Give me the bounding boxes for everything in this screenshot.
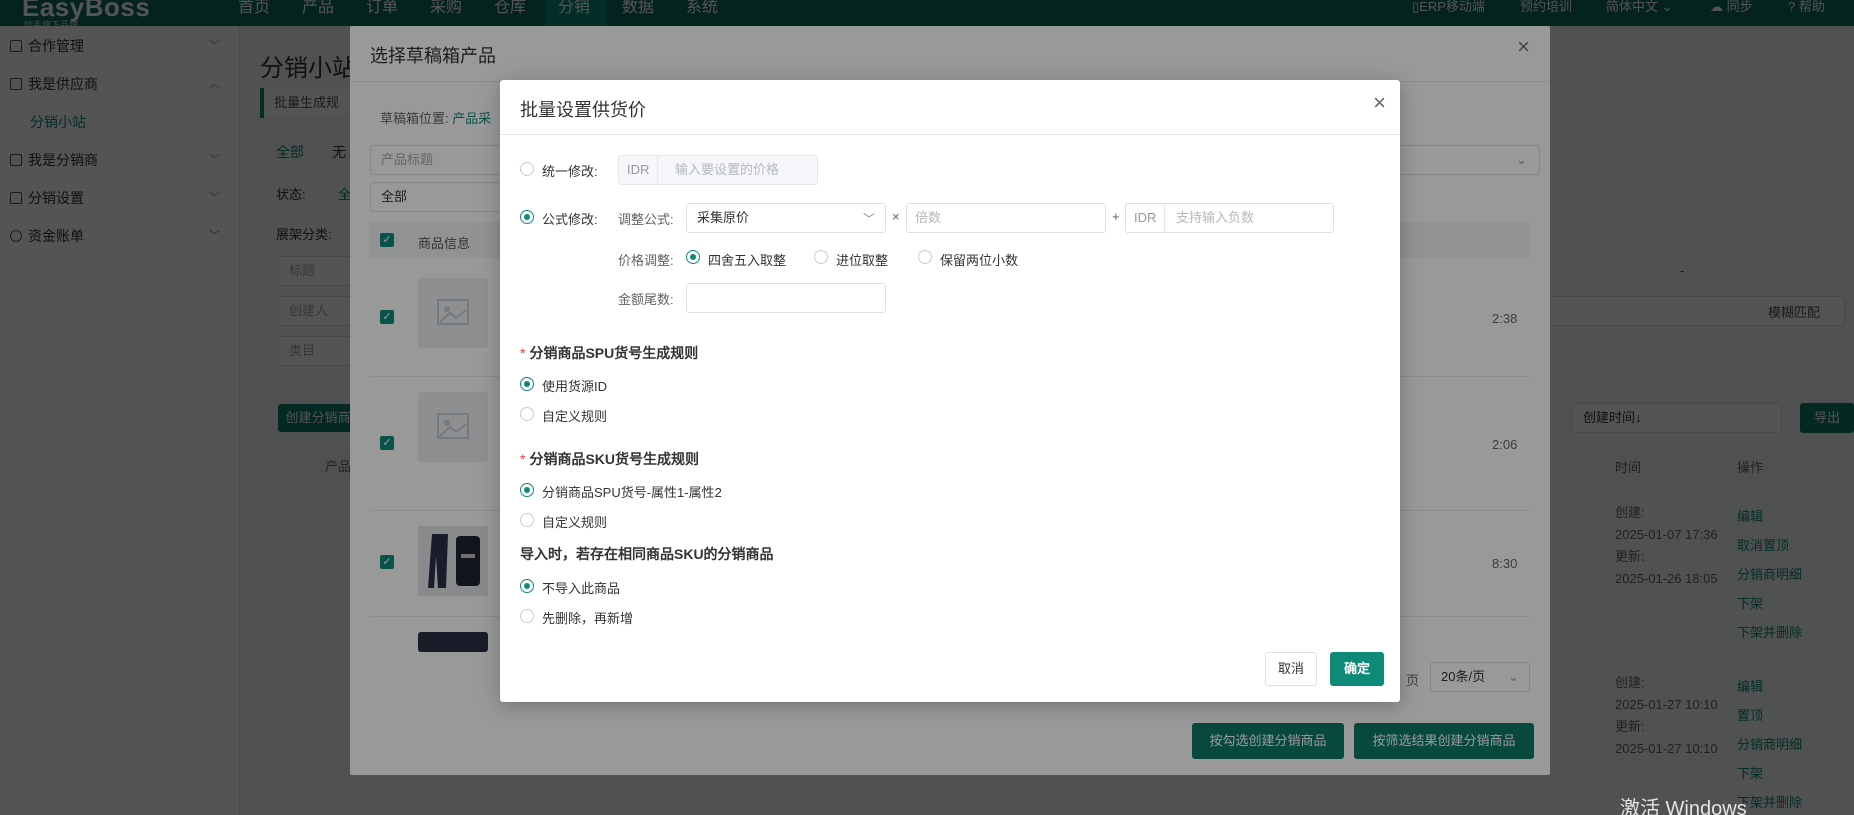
chevron-down-icon: ﹀ bbox=[862, 212, 875, 226]
spu-rule-title: * 分销商品SPU货号生成规则 bbox=[520, 345, 699, 361]
unified-modify-label: 统一修改: bbox=[542, 164, 598, 179]
formula-modify-radio[interactable] bbox=[520, 210, 534, 224]
close-icon[interactable]: × bbox=[1373, 90, 1386, 116]
formula-base-select[interactable]: 采集原价 ﹀ bbox=[686, 203, 886, 233]
offset-input[interactable]: IDR 支持输入负数 bbox=[1125, 203, 1334, 233]
delete-then-add-label: 先删除，再新增 bbox=[542, 611, 634, 626]
plus-sign: + bbox=[1112, 209, 1120, 224]
import-rule-title: 导入时，若存在相同商品SKU的分销商品 bbox=[520, 546, 774, 562]
spu-custom-label: 自定义规则 bbox=[542, 409, 608, 424]
two-decimals-label: 保留两位小数 bbox=[940, 253, 1019, 268]
adjust-formula-label: 调整公式: bbox=[618, 212, 674, 227]
currency-prefix: IDR bbox=[619, 156, 659, 184]
sku-rule-title: * 分销商品SKU货号生成规则 bbox=[520, 451, 700, 467]
windows-activation-watermark: 激活 Windows bbox=[1620, 798, 1747, 815]
multiplier-input[interactable]: 倍数 bbox=[906, 203, 1106, 233]
price-adjust-label: 价格调整: bbox=[618, 253, 674, 268]
delete-then-add-radio[interactable] bbox=[520, 609, 534, 623]
amount-tail-input[interactable] bbox=[686, 283, 886, 313]
sku-attr-rule-radio[interactable] bbox=[520, 483, 534, 497]
batch-supply-price-dialog: 批量设置供货价 × 统一修改: IDR 输入要设置的价格 公式修改: 调整公式:… bbox=[500, 80, 1400, 702]
spu-source-id-radio[interactable] bbox=[520, 377, 534, 391]
sku-custom-label: 自定义规则 bbox=[542, 515, 608, 530]
required-asterisk: * bbox=[520, 345, 526, 361]
multiply-sign: × bbox=[892, 209, 900, 224]
amount-tail-label: 金额尾数: bbox=[618, 292, 674, 307]
spu-source-id-label: 使用货源ID bbox=[542, 379, 608, 394]
dialog-header: 批量设置供货价 × bbox=[500, 80, 1400, 135]
sku-attr-rule-label: 分销商品SPU货号-属性1-属性2 bbox=[542, 485, 722, 500]
spu-custom-radio[interactable] bbox=[520, 407, 534, 421]
cancel-button[interactable]: 取消 bbox=[1265, 652, 1317, 686]
unified-modify-radio[interactable] bbox=[520, 162, 534, 176]
sku-custom-radio[interactable] bbox=[520, 513, 534, 527]
confirm-button[interactable]: 确定 bbox=[1330, 652, 1384, 686]
currency-prefix: IDR bbox=[1126, 204, 1166, 232]
skip-import-radio[interactable] bbox=[520, 579, 534, 593]
dialog-title: 批量设置供货价 bbox=[520, 100, 646, 120]
two-decimals-radio[interactable] bbox=[918, 250, 932, 264]
round-up-label: 进位取整 bbox=[836, 253, 889, 268]
skip-import-label: 不导入此商品 bbox=[542, 581, 621, 596]
round-half-radio[interactable] bbox=[686, 250, 700, 264]
formula-modify-label: 公式修改: bbox=[542, 212, 598, 227]
round-half-label: 四舍五入取整 bbox=[708, 253, 787, 268]
round-up-radio[interactable] bbox=[814, 250, 828, 264]
required-asterisk: * bbox=[520, 451, 526, 467]
unified-price-input[interactable]: IDR 输入要设置的价格 bbox=[618, 155, 818, 185]
